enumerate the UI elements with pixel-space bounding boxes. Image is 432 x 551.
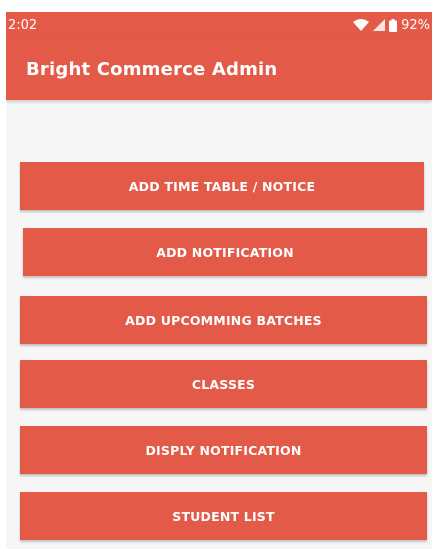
battery-icon xyxy=(389,18,398,32)
status-time: 2:02 xyxy=(8,17,38,33)
status-bar: 2:02 92% xyxy=(6,12,432,38)
app-bar: Bright Commerce Admin xyxy=(6,38,432,100)
add-upcomming-batches-button[interactable]: ADD UPCOMMING BATCHES xyxy=(20,296,427,344)
app-screen: 2:02 92% Bright Commerce Admin ADD TIME … xyxy=(6,12,432,549)
disply-notification-button[interactable]: DISPLY NOTIFICATION xyxy=(20,426,427,474)
battery-percent: 92% xyxy=(401,17,430,33)
status-icons: 92% xyxy=(353,18,430,33)
add-time-table-notice-button[interactable]: ADD TIME TABLE / NOTICE xyxy=(20,162,424,210)
add-notification-button[interactable]: ADD NOTIFICATION xyxy=(23,228,427,276)
wifi-icon xyxy=(353,19,370,31)
student-list-button[interactable]: STUDENT LIST xyxy=(20,492,427,540)
app-title: Bright Commerce Admin xyxy=(26,58,278,80)
signal-icon xyxy=(373,19,386,31)
classes-button[interactable]: CLASSES xyxy=(20,360,427,408)
